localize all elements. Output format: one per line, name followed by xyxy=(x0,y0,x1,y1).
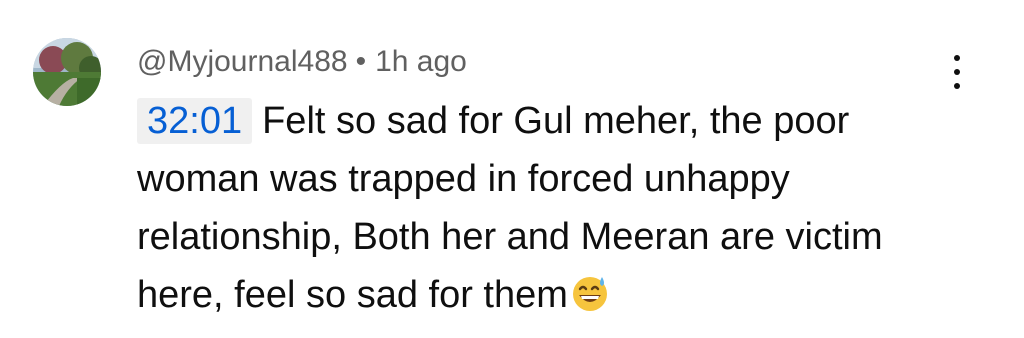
more-options-button[interactable] xyxy=(940,50,974,94)
comment-text: 32:01 Felt so sad for Gul meher, the poor… xyxy=(137,92,957,324)
comment-meta: @Myjournal488 • 1h ago xyxy=(137,42,467,82)
meta-separator: • xyxy=(355,45,367,78)
more-vert-icon-dot xyxy=(954,69,960,75)
author-name[interactable]: @Myjournal488 xyxy=(137,45,348,78)
comment-item: @Myjournal488 • 1h ago 32:01 Felt so sad fo… xyxy=(0,0,1024,338)
more-vert-icon-dot xyxy=(954,83,960,89)
comment-time: 1h ago xyxy=(375,45,467,78)
avatar[interactable] xyxy=(33,38,101,106)
timestamp-link[interactable]: 32:01 xyxy=(137,98,253,144)
grinning-face-with-sweat-icon xyxy=(572,277,607,311)
more-vert-icon xyxy=(954,55,960,61)
avatar-image xyxy=(33,38,101,106)
